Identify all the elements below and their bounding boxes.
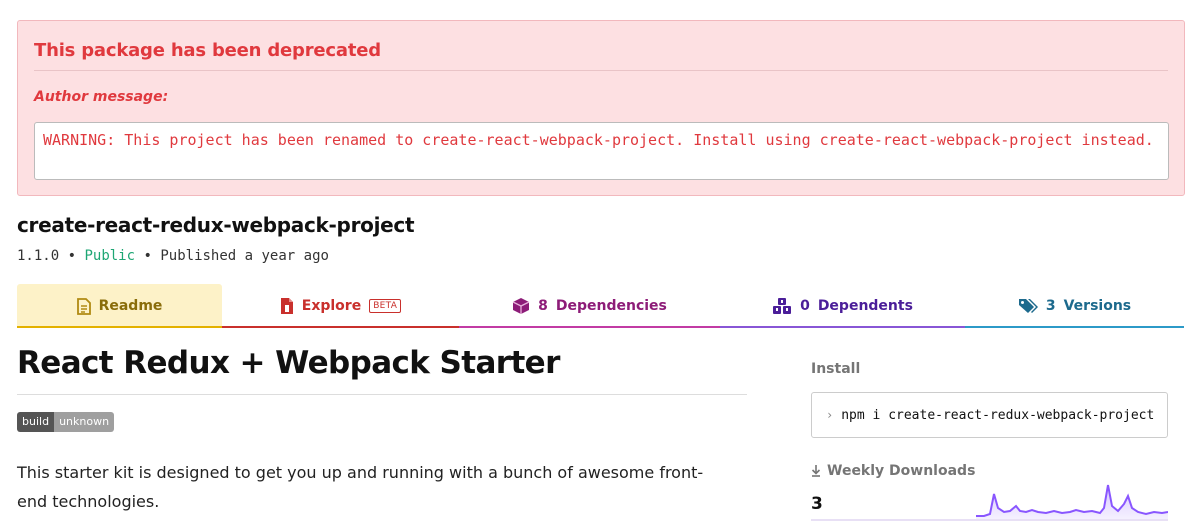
tab-count: 3 bbox=[1045, 298, 1056, 314]
boxes-icon bbox=[773, 298, 792, 314]
author-message-label: Author message: bbox=[34, 89, 169, 105]
deprecation-title: This package has been deprecated bbox=[34, 40, 381, 61]
tab-explore[interactable]: Explore BETA bbox=[222, 284, 459, 328]
readme-title: React Redux + Webpack Starter bbox=[17, 345, 560, 381]
package-version: 1.1.0 bbox=[17, 248, 60, 264]
tab-underline bbox=[965, 326, 1184, 328]
weekly-downloads-header: Weekly Downloads bbox=[811, 463, 975, 479]
tab-label: Explore bbox=[301, 298, 362, 314]
tab-versions[interactable]: 3 Versions bbox=[965, 284, 1184, 328]
package-published: Published a year ago bbox=[160, 248, 329, 264]
downloads-sparkline bbox=[976, 484, 1168, 520]
tab-readme[interactable]: Readme bbox=[17, 284, 222, 328]
divider bbox=[17, 394, 747, 395]
install-label: Install bbox=[811, 361, 861, 377]
badge-label: build bbox=[17, 412, 55, 432]
package-meta: 1.1.0 • Public • Published a year ago bbox=[17, 248, 329, 264]
package-name: create-react-redux-webpack-project bbox=[17, 213, 415, 237]
tab-underline bbox=[720, 326, 965, 328]
download-icon bbox=[811, 465, 821, 477]
tab-dependents[interactable]: 0 Dependents bbox=[720, 284, 965, 328]
deprecation-message: WARNING: This project has been renamed t… bbox=[34, 122, 1169, 180]
tab-count: 0 bbox=[800, 298, 810, 314]
readme-intro: This starter kit is designed to get you … bbox=[17, 463, 704, 511]
sparkline-area bbox=[976, 485, 1168, 520]
meta-separator: • bbox=[67, 248, 77, 264]
badge-value: unknown bbox=[54, 412, 115, 432]
deprecation-notice: This package has been deprecated Author … bbox=[17, 20, 1185, 196]
tab-dependencies[interactable]: 8 Dependencies bbox=[459, 284, 720, 328]
tab-underline bbox=[17, 326, 222, 328]
tab-count: 8 bbox=[538, 298, 548, 314]
tab-label: Versions bbox=[1063, 298, 1132, 314]
beta-badge: BETA bbox=[369, 299, 402, 313]
document-icon bbox=[76, 297, 91, 315]
divider bbox=[34, 70, 1168, 71]
box-icon bbox=[512, 298, 530, 314]
weekly-downloads-label: Weekly Downloads bbox=[827, 463, 976, 479]
build-status-badge[interactable]: build unknown bbox=[17, 412, 115, 432]
tags-icon bbox=[1018, 299, 1038, 313]
package-tabs: Readme Explore BETA 8 Dependencies 0 Dep… bbox=[17, 284, 1184, 328]
tab-label: Dependencies bbox=[555, 298, 667, 314]
sparkline-baseline bbox=[811, 519, 1168, 521]
file-code-icon bbox=[280, 298, 293, 314]
tab-label: Readme bbox=[98, 298, 163, 314]
weekly-downloads-value: 3 bbox=[811, 494, 823, 514]
tab-label: Dependents bbox=[817, 298, 913, 314]
sparkline-line bbox=[976, 484, 1168, 517]
tab-underline bbox=[222, 326, 459, 328]
install-command: npm i create-react-redux-webpack-project bbox=[841, 407, 1155, 423]
tab-underline bbox=[459, 326, 720, 328]
package-visibility: Public bbox=[84, 248, 136, 264]
install-command-box[interactable]: › npm i create-react-redux-webpack-proje… bbox=[811, 392, 1168, 438]
chevron-right-icon: › bbox=[826, 408, 834, 422]
meta-separator: • bbox=[143, 248, 152, 264]
